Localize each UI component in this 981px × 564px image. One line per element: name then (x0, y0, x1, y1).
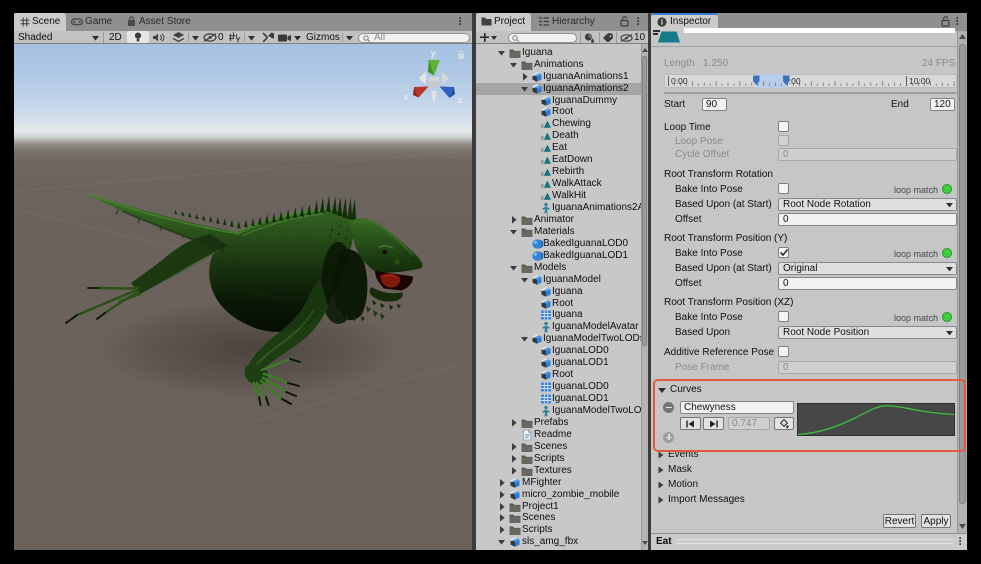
svg-text:0:00: 0:00 (671, 76, 688, 86)
svg-text:y: y (431, 48, 436, 58)
svg-text:10:00: 10:00 (909, 76, 931, 86)
svg-text:Persp: Persp (430, 120, 455, 131)
svg-text:z: z (458, 95, 463, 105)
svg-text:x: x (404, 92, 409, 102)
